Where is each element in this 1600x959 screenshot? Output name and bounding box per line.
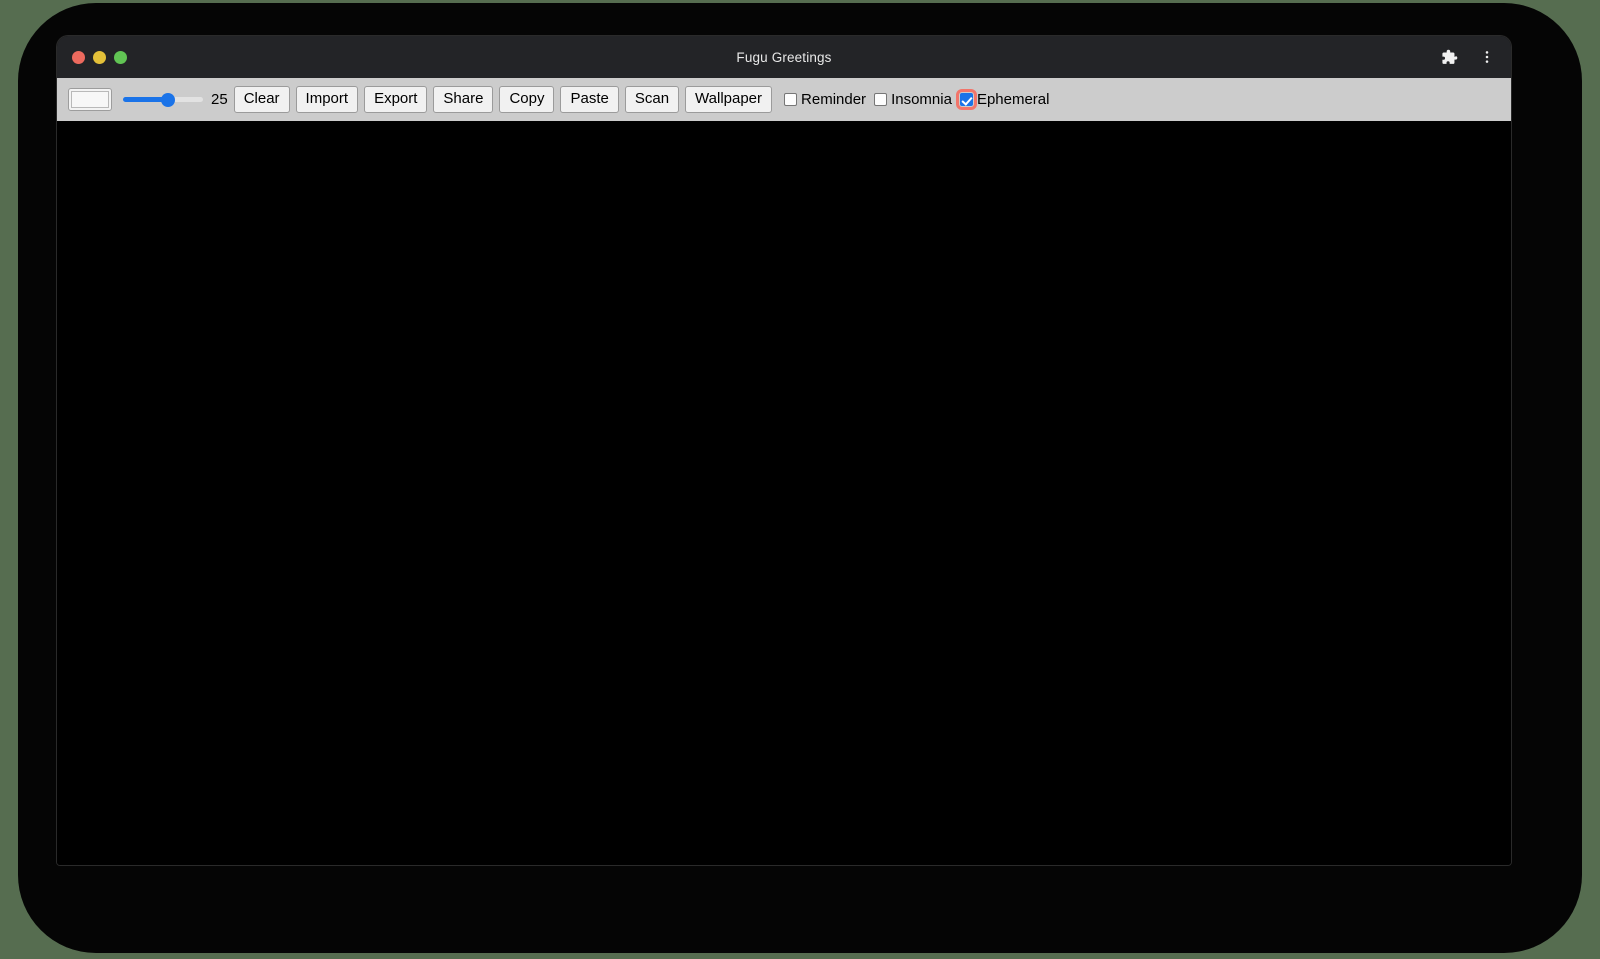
wallpaper-button[interactable]: Wallpaper xyxy=(685,86,773,113)
insomnia-label: Insomnia xyxy=(891,91,952,108)
ephemeral-label: Ephemeral xyxy=(976,91,1050,108)
checkbox-insomnia[interactable]: Insomnia xyxy=(868,91,954,108)
insomnia-checkbox[interactable] xyxy=(874,93,888,106)
extensions-icon[interactable] xyxy=(1435,43,1463,71)
slider-value-label: 25 xyxy=(211,91,228,108)
paste-button[interactable]: Paste xyxy=(560,86,619,113)
copy-button[interactable]: Copy xyxy=(499,86,555,113)
ephemeral-checkbox[interactable] xyxy=(955,89,977,110)
reminder-checkbox[interactable] xyxy=(784,93,798,106)
import-button[interactable]: Import xyxy=(295,86,359,113)
slider-thumb[interactable] xyxy=(161,92,175,107)
minimize-window-button[interactable] xyxy=(93,50,106,64)
more-vert-icon[interactable] xyxy=(1473,43,1501,71)
export-button[interactable]: Export xyxy=(364,86,428,113)
titlebar-actions xyxy=(1435,43,1501,71)
scan-button[interactable]: Scan xyxy=(624,86,680,113)
checkbox-ephemeral[interactable]: Ephemeral xyxy=(954,89,1052,110)
pen-size-slider[interactable] xyxy=(123,90,203,110)
color-picker-swatch xyxy=(71,91,109,108)
drawing-canvas[interactable] xyxy=(57,121,1511,865)
share-button[interactable]: Share xyxy=(433,86,494,113)
window-title: Fugu Greetings xyxy=(736,49,832,65)
traffic-lights xyxy=(57,50,127,64)
title-bar: Fugu Greetings xyxy=(57,36,1511,78)
browser-window: Fugu Greetings 25 Clear Import Export Sh… xyxy=(57,36,1511,865)
maximize-window-button[interactable] xyxy=(114,50,127,64)
reminder-label: Reminder xyxy=(801,91,867,108)
checkbox-reminder[interactable]: Reminder xyxy=(778,91,868,108)
close-window-button[interactable] xyxy=(72,50,85,64)
clear-button[interactable]: Clear xyxy=(233,86,290,113)
app-toolbar: 25 Clear Import Export Share Copy Paste … xyxy=(57,78,1511,121)
color-picker-input[interactable] xyxy=(68,88,112,111)
